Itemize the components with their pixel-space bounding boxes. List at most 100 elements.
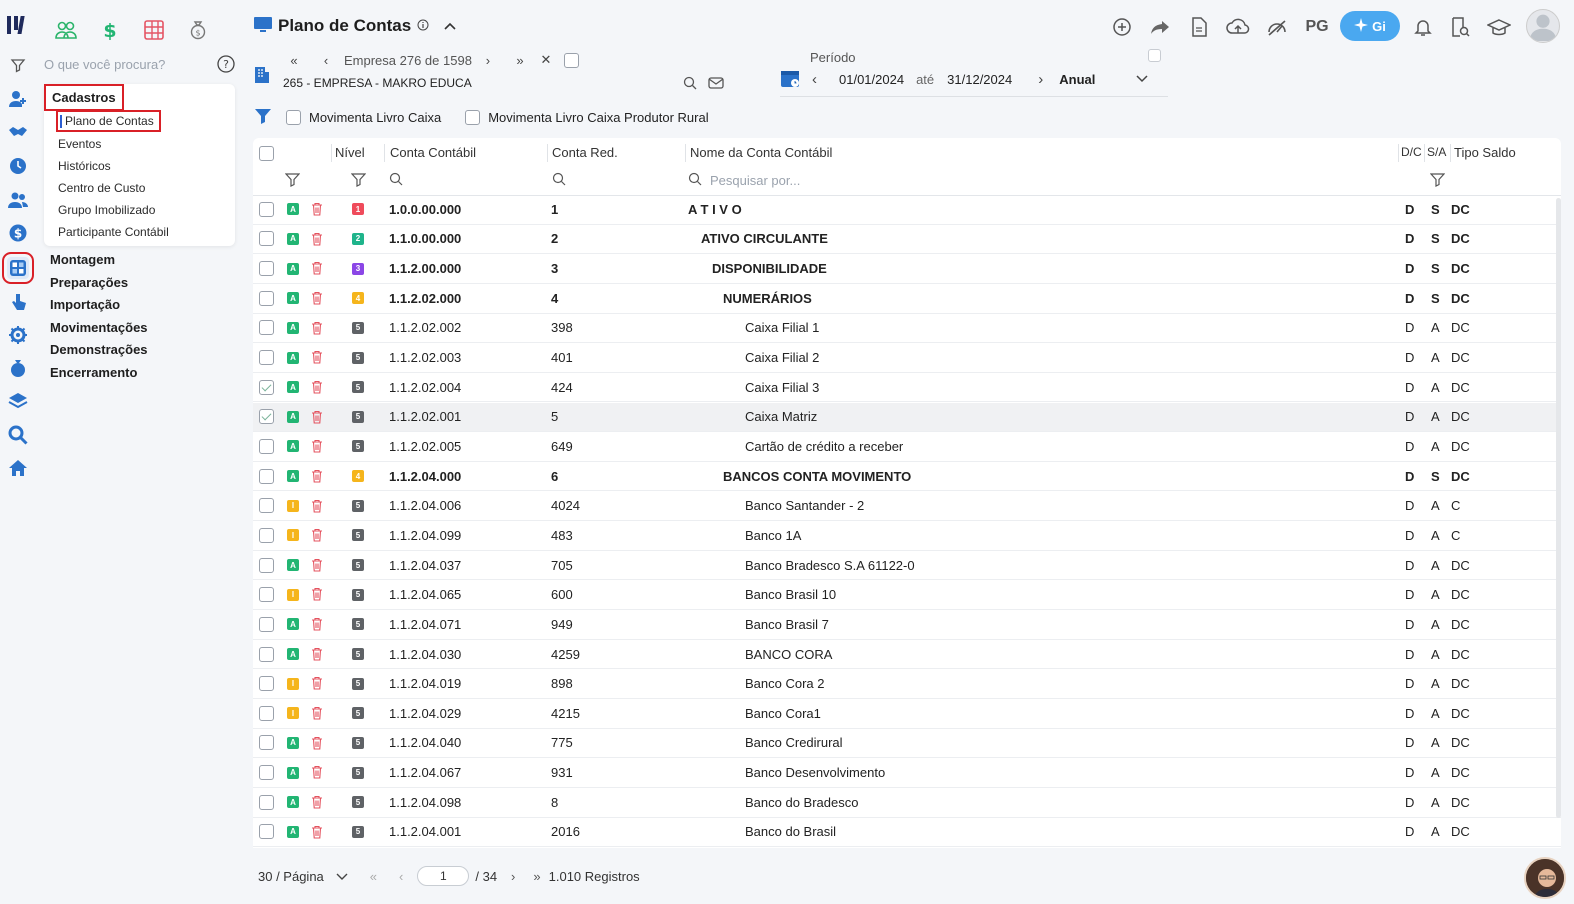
first-empresa-icon[interactable]: « bbox=[284, 53, 304, 68]
dollar-coin-icon[interactable]: $ bbox=[7, 222, 29, 244]
header-conta-red[interactable]: Conta Red. bbox=[552, 145, 618, 160]
header-nivel[interactable]: Nível bbox=[335, 145, 365, 160]
dollar-icon[interactable]: $ bbox=[98, 18, 122, 42]
table-row[interactable]: A 4 1.1.2.02.000 4 NUMERÁRIOS D S DC bbox=[253, 284, 1561, 314]
table-row[interactable]: I 5 1.1.2.04.099 483 Banco 1A D A C bbox=[253, 521, 1561, 551]
gi-assistant-button[interactable]: Gi bbox=[1340, 11, 1400, 41]
trash-icon[interactable] bbox=[311, 469, 323, 486]
mail-icon[interactable] bbox=[708, 76, 724, 93]
trash-icon[interactable] bbox=[311, 380, 323, 397]
settings-gear-icon[interactable] bbox=[7, 324, 29, 346]
search-zoom-icon[interactable] bbox=[7, 424, 29, 446]
table-row[interactable]: A 3 1.1.2.00.000 3 DISPONIBILIDADE D S DC bbox=[253, 254, 1561, 284]
info-icon[interactable] bbox=[417, 19, 429, 34]
nome-search-input[interactable]: Pesquisar por... bbox=[710, 173, 800, 188]
empresa-name[interactable]: 265 - EMPRESA - MAKRO EDUCA bbox=[283, 76, 472, 90]
clear-empresa-icon[interactable]: ✕ bbox=[536, 52, 556, 68]
trash-icon[interactable] bbox=[311, 558, 323, 575]
contacts-icon[interactable] bbox=[54, 18, 78, 42]
submenu-header-cadastros[interactable]: Cadastros bbox=[44, 84, 124, 111]
calculator-icon[interactable] bbox=[2, 252, 34, 284]
trash-icon[interactable] bbox=[311, 202, 323, 219]
table-row[interactable]: A 5 1.1.2.04.037 705 Banco Bradesco S.A 6112… bbox=[253, 551, 1561, 581]
home-icon[interactable] bbox=[7, 457, 29, 479]
money-sack-icon[interactable]: $ bbox=[186, 18, 210, 42]
row-checkbox[interactable] bbox=[259, 676, 274, 692]
first-page-icon[interactable]: « bbox=[370, 869, 377, 884]
bell-icon[interactable] bbox=[1411, 15, 1435, 39]
menu-item-importacao[interactable]: Importação bbox=[50, 297, 120, 312]
row-checkbox[interactable] bbox=[259, 616, 274, 632]
table-row[interactable]: A 5 1.1.2.02.005 649 Cartão de crédito a rec… bbox=[253, 432, 1561, 462]
row-checkbox[interactable] bbox=[259, 646, 274, 662]
trash-icon[interactable] bbox=[311, 439, 323, 456]
last-page-icon[interactable]: » bbox=[533, 869, 540, 884]
table-row[interactable]: A 5 1.1.2.04.067 931 Banco Desenvolvimento D A… bbox=[253, 758, 1561, 788]
prev-page-icon[interactable]: ‹ bbox=[399, 869, 403, 884]
row-checkbox[interactable] bbox=[259, 409, 274, 425]
trash-icon[interactable] bbox=[311, 647, 323, 664]
menu-item-montagem[interactable]: Montagem bbox=[50, 252, 115, 267]
row-checkbox[interactable] bbox=[259, 350, 274, 366]
current-page-input[interactable]: 1 bbox=[417, 866, 470, 886]
submenu-item-centro-de-custo[interactable]: Centro de Custo bbox=[58, 181, 145, 195]
table-row[interactable]: I 5 1.1.2.04.006 4024 Banco Santander - 2 DAC bbox=[253, 492, 1561, 522]
table-row[interactable]: I 5 1.1.2.04.065 600 Banco Brasil 10 D A DC bbox=[253, 580, 1561, 611]
periodo-type-select[interactable]: Anual bbox=[1059, 72, 1095, 87]
submenu-item-eventos[interactable]: Eventos bbox=[58, 137, 101, 151]
help-icon[interactable]: ? bbox=[217, 55, 235, 76]
trash-icon[interactable] bbox=[311, 765, 323, 782]
trash-icon[interactable] bbox=[311, 795, 323, 812]
empresa-search-icon[interactable] bbox=[683, 76, 697, 93]
periodo-checkbox[interactable] bbox=[1148, 49, 1161, 65]
table-row[interactable]: A 5 1.1.2.04.030 4259 BANCO CORA D A DC bbox=[253, 640, 1561, 670]
menu-item-demonstracoes[interactable]: Demonstrações bbox=[50, 342, 148, 357]
graduation-cap-icon[interactable] bbox=[1487, 15, 1511, 39]
submenu-item-grupo-imobilizado[interactable]: Grupo Imobilizado bbox=[58, 203, 155, 217]
submenu-item-participante-contabil[interactable]: Participante Contábil bbox=[58, 225, 169, 239]
row-checkbox[interactable] bbox=[259, 261, 274, 277]
row-checkbox[interactable] bbox=[259, 320, 274, 336]
trash-icon[interactable] bbox=[311, 825, 323, 842]
table-scrollbar[interactable] bbox=[1556, 198, 1561, 818]
chevron-down-icon[interactable] bbox=[1135, 72, 1149, 87]
trash-icon[interactable] bbox=[311, 706, 323, 723]
status-filter-icon[interactable] bbox=[284, 172, 301, 190]
conta-search-icon[interactable] bbox=[389, 172, 403, 189]
select-all-checkbox[interactable] bbox=[259, 146, 274, 161]
periodo-end[interactable]: 31/12/2024 bbox=[947, 72, 1012, 87]
row-checkbox[interactable] bbox=[259, 705, 274, 721]
app-logo-icon[interactable] bbox=[6, 14, 28, 36]
add-circle-icon[interactable] bbox=[1110, 15, 1134, 39]
menu-item-preparacoes[interactable]: Preparações bbox=[50, 275, 128, 290]
handshake-icon[interactable] bbox=[7, 121, 29, 143]
prev-empresa-icon[interactable]: ‹ bbox=[316, 53, 336, 68]
row-checkbox[interactable] bbox=[259, 468, 274, 484]
trash-icon[interactable] bbox=[311, 587, 323, 604]
users-icon[interactable] bbox=[7, 189, 29, 211]
submenu-item-plano-de-contas[interactable]: Plano de Contas bbox=[56, 110, 161, 132]
last-empresa-icon[interactable]: » bbox=[510, 53, 530, 68]
row-checkbox[interactable] bbox=[259, 527, 274, 543]
trash-icon[interactable] bbox=[311, 676, 323, 693]
share-forward-icon[interactable] bbox=[1148, 15, 1172, 39]
report-search-icon[interactable] bbox=[1448, 15, 1472, 39]
user-plus-icon[interactable] bbox=[7, 88, 29, 110]
table-row[interactable]: A 5 1.1.2.02.001 5 Caixa Matriz D A DC bbox=[253, 402, 1561, 433]
periodo-prev-icon[interactable]: ‹ bbox=[812, 71, 817, 88]
row-checkbox[interactable] bbox=[259, 794, 274, 810]
row-checkbox[interactable] bbox=[259, 379, 274, 395]
chevron-up-icon[interactable] bbox=[443, 19, 457, 34]
row-checkbox[interactable] bbox=[259, 824, 274, 840]
spreadsheet-icon[interactable] bbox=[142, 18, 166, 42]
touch-hand-icon[interactable] bbox=[7, 291, 29, 313]
table-row[interactable]: A 2 1.1.0.00.000 2 ATIVO CIRCULANTE D S DC bbox=[253, 225, 1561, 255]
document-icon[interactable] bbox=[1187, 15, 1211, 39]
cloud-upload-icon[interactable] bbox=[1226, 15, 1250, 39]
livro-caixa-checkbox[interactable] bbox=[286, 110, 301, 125]
header-nome-conta[interactable]: Nome da Conta Contábil bbox=[690, 145, 832, 160]
table-row[interactable]: A 4 1.1.2.04.000 6 BANCOS CONTA MOVIMENTO D S D… bbox=[253, 462, 1561, 492]
table-row[interactable]: A 5 1.1.2.02.002 398 Caixa Filial 1 D A DC bbox=[253, 314, 1561, 344]
nome-search-icon[interactable] bbox=[688, 172, 702, 189]
row-checkbox[interactable] bbox=[259, 438, 274, 454]
